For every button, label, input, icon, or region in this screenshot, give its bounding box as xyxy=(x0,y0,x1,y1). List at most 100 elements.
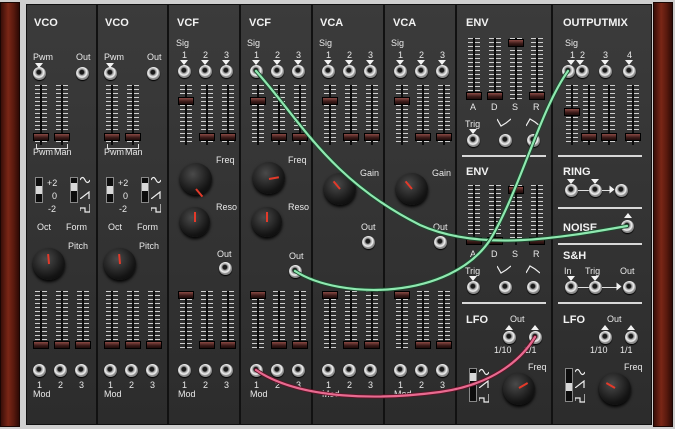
input-level-slider-2[interactable] xyxy=(343,85,359,145)
lfo-div10-out-jack[interactable] xyxy=(599,331,612,344)
env-trig-jack[interactable] xyxy=(467,281,480,294)
input-level-slider-3[interactable] xyxy=(220,85,236,145)
release-slider[interactable] xyxy=(529,185,545,245)
mix-input-jack-2[interactable] xyxy=(576,65,589,78)
slider-handle[interactable] xyxy=(343,133,359,141)
mod-slider-1[interactable] xyxy=(322,291,338,349)
mod-jack-1[interactable] xyxy=(104,364,117,377)
sh-input-jack[interactable] xyxy=(565,281,578,294)
mod-jack-2[interactable] xyxy=(415,364,428,377)
resonance-knob[interactable] xyxy=(180,207,210,237)
resonance-knob[interactable] xyxy=(252,207,282,237)
slider-handle[interactable] xyxy=(178,291,194,299)
slider-handle[interactable] xyxy=(394,97,410,105)
mod-jack-2[interactable] xyxy=(199,364,212,377)
slider-handle[interactable] xyxy=(220,133,236,141)
lfo-out-jack[interactable] xyxy=(625,331,638,344)
mod-slider-3[interactable] xyxy=(292,291,308,349)
mod-jack-3[interactable] xyxy=(292,364,305,377)
slider-handle[interactable] xyxy=(529,92,545,100)
slider-handle[interactable] xyxy=(250,97,266,105)
slider-handle[interactable] xyxy=(364,341,380,349)
lfo-out-jack[interactable] xyxy=(529,331,542,344)
vco-output-jack[interactable] xyxy=(147,67,160,80)
ring-input-jack-1[interactable] xyxy=(565,184,578,197)
env-inverted-out-jack[interactable] xyxy=(499,281,512,294)
mod-jack-1[interactable] xyxy=(394,364,407,377)
env-out-jack[interactable] xyxy=(527,281,540,294)
mix-input-jack-1[interactable] xyxy=(562,65,575,78)
lfo-waveform-switch[interactable] xyxy=(565,368,573,402)
pwm-input-jack[interactable] xyxy=(33,67,46,80)
lfo-frequency-knob[interactable] xyxy=(599,373,631,405)
gain-knob[interactable] xyxy=(324,173,356,205)
mix-input-jack-3[interactable] xyxy=(599,65,612,78)
waveform-switch[interactable] xyxy=(141,177,149,203)
slider-handle[interactable] xyxy=(250,291,266,299)
vco-output-jack[interactable] xyxy=(76,67,89,80)
sig-input-jack-2[interactable] xyxy=(199,65,212,78)
env-out-jack[interactable] xyxy=(527,134,540,147)
slider-handle[interactable] xyxy=(292,341,308,349)
slider-handle[interactable] xyxy=(466,92,482,100)
lfo-div10-out-jack[interactable] xyxy=(503,331,516,344)
mod-slider-2[interactable] xyxy=(199,291,215,349)
mod-jack-1[interactable] xyxy=(178,364,191,377)
slider-handle[interactable] xyxy=(199,341,215,349)
slider-handle[interactable] xyxy=(292,133,308,141)
mod-jack-1[interactable] xyxy=(33,364,46,377)
mod-slider-3[interactable] xyxy=(75,291,91,349)
mod-slider-2[interactable] xyxy=(125,291,141,349)
slider-handle[interactable] xyxy=(343,341,359,349)
sh-trig-jack[interactable] xyxy=(589,281,602,294)
input-level-slider-1[interactable] xyxy=(250,85,266,145)
waveform-switch[interactable] xyxy=(70,177,78,203)
mod-jack-3[interactable] xyxy=(220,364,233,377)
mod-slider-1[interactable] xyxy=(394,291,410,349)
sig-input-jack-3[interactable] xyxy=(436,65,449,78)
slider-handle[interactable] xyxy=(271,133,287,141)
mix-level-slider-3[interactable] xyxy=(601,85,617,145)
sig-input-jack-1[interactable] xyxy=(178,65,191,78)
slider-handle[interactable] xyxy=(220,341,236,349)
slider-handle[interactable] xyxy=(415,341,431,349)
input-level-slider-1[interactable] xyxy=(394,85,410,145)
mod-jack-2[interactable] xyxy=(54,364,67,377)
sig-input-jack-2[interactable] xyxy=(271,65,284,78)
vca-output-jack[interactable] xyxy=(434,236,447,249)
slider-handle[interactable] xyxy=(508,186,524,194)
mix-input-jack-4[interactable] xyxy=(623,65,636,78)
mod-slider-3[interactable] xyxy=(146,291,162,349)
pitch-knob[interactable] xyxy=(104,248,136,280)
vcf-output-jack[interactable] xyxy=(289,265,302,278)
octave-switch[interactable] xyxy=(35,177,43,203)
env-trig-jack[interactable] xyxy=(467,134,480,147)
slider-handle[interactable] xyxy=(146,341,162,349)
slider-handle[interactable] xyxy=(322,97,338,105)
mod-jack-3[interactable] xyxy=(364,364,377,377)
mod-jack-1[interactable] xyxy=(250,364,263,377)
slider-handle[interactable] xyxy=(487,237,503,245)
input-level-slider-3[interactable] xyxy=(364,85,380,145)
mod-slider-3[interactable] xyxy=(220,291,236,349)
mod-slider-1[interactable] xyxy=(250,291,266,349)
sig-input-jack-3[interactable] xyxy=(220,65,233,78)
slider-handle[interactable] xyxy=(415,133,431,141)
slider-handle[interactable] xyxy=(364,133,380,141)
env-inverted-out-jack[interactable] xyxy=(499,134,512,147)
slider-handle[interactable] xyxy=(271,341,287,349)
mod-slider-2[interactable] xyxy=(271,291,287,349)
mod-slider-2[interactable] xyxy=(54,291,70,349)
octave-switch[interactable] xyxy=(106,177,114,203)
sig-input-jack-3[interactable] xyxy=(292,65,305,78)
frequency-knob[interactable] xyxy=(180,163,212,198)
lfo-frequency-knob[interactable] xyxy=(503,373,535,405)
slider-handle[interactable] xyxy=(394,291,410,299)
mod-slider-1[interactable] xyxy=(104,291,120,349)
mod-jack-1[interactable] xyxy=(322,364,335,377)
input-level-slider-1[interactable] xyxy=(178,85,194,145)
mod-slider-3[interactable] xyxy=(436,291,452,349)
slider-handle[interactable] xyxy=(508,39,524,47)
slider-handle[interactable] xyxy=(436,341,452,349)
slider-handle[interactable] xyxy=(104,133,120,141)
